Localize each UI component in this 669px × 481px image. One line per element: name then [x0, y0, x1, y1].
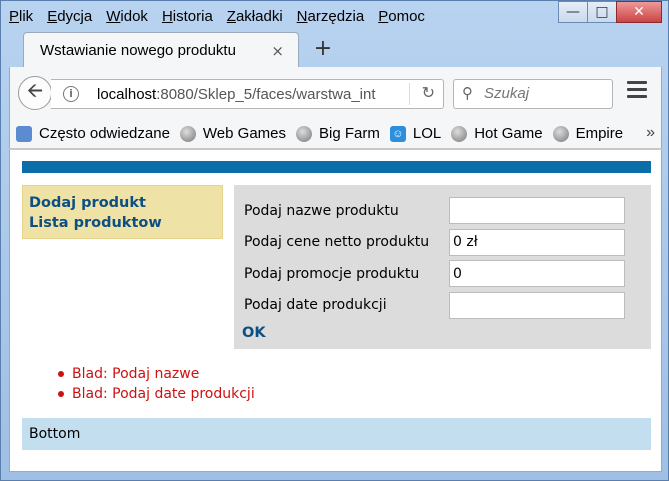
form-row-promo: Podaj promocje produktu [244, 258, 641, 290]
date-input[interactable] [449, 291, 625, 319]
side-menu: Dodaj produkt Lista produktow [22, 185, 223, 239]
label-name: Podaj nazwe produktu [244, 202, 399, 219]
menu-pomoc[interactable]: Pomoc [378, 8, 425, 25]
bookmark-label: Często odwiedzane [39, 125, 170, 142]
bookmark-label: Big Farm [319, 125, 380, 142]
menu-widok[interactable]: Widok [106, 8, 148, 25]
bookmarks-overflow-icon[interactable]: » [646, 124, 655, 142]
search-bar[interactable]: ⚲ [453, 79, 613, 109]
bookmark-label: Empire [575, 125, 624, 142]
bookmark-web-games[interactable]: Web Games [179, 125, 287, 142]
page-footer: Bottom [22, 418, 651, 450]
bookmark-lol[interactable]: ☺ LOL [389, 125, 442, 142]
url-host: localhost [97, 86, 157, 103]
maximize-button[interactable]: □ [587, 1, 617, 23]
info-icon[interactable]: i [63, 86, 79, 102]
footer-text: Bottom [29, 426, 81, 442]
bookmark-label: Hot Game [474, 125, 543, 142]
close-icon: ✕ [633, 4, 645, 20]
minimize-icon: — [566, 4, 580, 20]
menu-plik[interactable]: Plik [9, 8, 33, 25]
globe-icon [451, 125, 468, 142]
bookmark-label: LOL [412, 125, 442, 142]
bookmark-label: Web Games [202, 125, 287, 142]
bookmark-czesto-odwiedzane[interactable]: Często odwiedzane [16, 125, 170, 142]
url-text[interactable]: localhost:8080/Sklep_5/faces/warstwa_int [97, 86, 376, 103]
new-tab-button[interactable]: + [311, 36, 335, 61]
bookmark-folder-icon [16, 125, 32, 142]
lol-icon: ☺ [389, 125, 406, 142]
form-row-name: Podaj nazwe produktu [244, 195, 641, 227]
ok-button[interactable]: OK [242, 325, 641, 341]
link-add-product[interactable]: Dodaj produkt [29, 193, 216, 213]
search-icon: ⚲ [462, 84, 473, 102]
menu-zakladki[interactable]: Zakładki [227, 8, 283, 25]
form-row-date: Podaj date produkcji [244, 290, 641, 322]
navigation-bar: 🡨 i localhost:8080/Sklep_5/faces/warstwa… [9, 67, 662, 119]
globe-icon [296, 125, 313, 142]
tab-strip: Wstawianie nowego produktu × + [9, 32, 660, 68]
menu-edycja[interactable]: Edycja [47, 8, 92, 25]
minimize-button[interactable]: — [558, 1, 588, 23]
label-price: Podaj cene netto produktu [244, 234, 430, 251]
menu-narzedzia[interactable]: Narzędzia [297, 8, 365, 25]
menu-bar: Plik Edycja Widok Historia Zakładki Narz… [9, 5, 439, 27]
name-input[interactable] [449, 197, 625, 225]
header-strip [22, 161, 651, 173]
bookmark-empire[interactable]: Empire [552, 125, 624, 142]
tab-active[interactable]: Wstawianie nowego produktu × [23, 32, 299, 68]
bookmark-hot-game[interactable]: Hot Game [451, 125, 543, 142]
label-date: Podaj date produkcji [244, 297, 387, 314]
error-message: Blad: Podaj date produkcji [58, 384, 255, 404]
tab-title: Wstawianie nowego produktu [40, 42, 236, 59]
label-promo: Podaj promocje produktu [244, 265, 420, 282]
hamburger-menu-icon[interactable] [627, 81, 647, 102]
promo-input[interactable] [449, 260, 625, 288]
menu-historia[interactable]: Historia [162, 8, 213, 25]
search-input[interactable] [484, 85, 604, 102]
back-arrow-icon: 🡨 [26, 78, 44, 102]
address-bar[interactable]: i localhost:8080/Sklep_5/faces/warstwa_i… [51, 79, 444, 109]
bookmarks-bar: Często odwiedzane Web Games Big Farm ☺ LO… [9, 119, 662, 149]
error-list: Blad: Podaj nazwe Blad: Podaj date produ… [58, 364, 255, 404]
globe-icon [552, 125, 569, 142]
back-button[interactable]: 🡨 [18, 76, 52, 110]
form-row-price: Podaj cene netto produktu [244, 227, 641, 259]
tab-close-icon[interactable]: × [271, 42, 284, 60]
browser-window: Plik Edycja Widok Historia Zakładki Narz… [0, 0, 669, 481]
window-controls: — □ ✕ [558, 1, 662, 23]
close-window-button[interactable]: ✕ [616, 1, 662, 23]
reload-icon[interactable]: ↻ [409, 83, 435, 105]
page-content: Dodaj produkt Lista produktow Podaj nazw… [9, 150, 662, 472]
link-list-products[interactable]: Lista produktow [29, 213, 216, 233]
product-form: Podaj nazwe produktu Podaj cene netto pr… [234, 185, 651, 349]
url-path: :8080/Sklep_5/faces/warstwa_int [156, 86, 376, 103]
bookmark-big-farm[interactable]: Big Farm [296, 125, 380, 142]
maximize-icon: □ [595, 4, 609, 20]
price-input[interactable] [449, 228, 625, 256]
error-message: Blad: Podaj nazwe [58, 364, 255, 384]
globe-icon [179, 125, 196, 142]
